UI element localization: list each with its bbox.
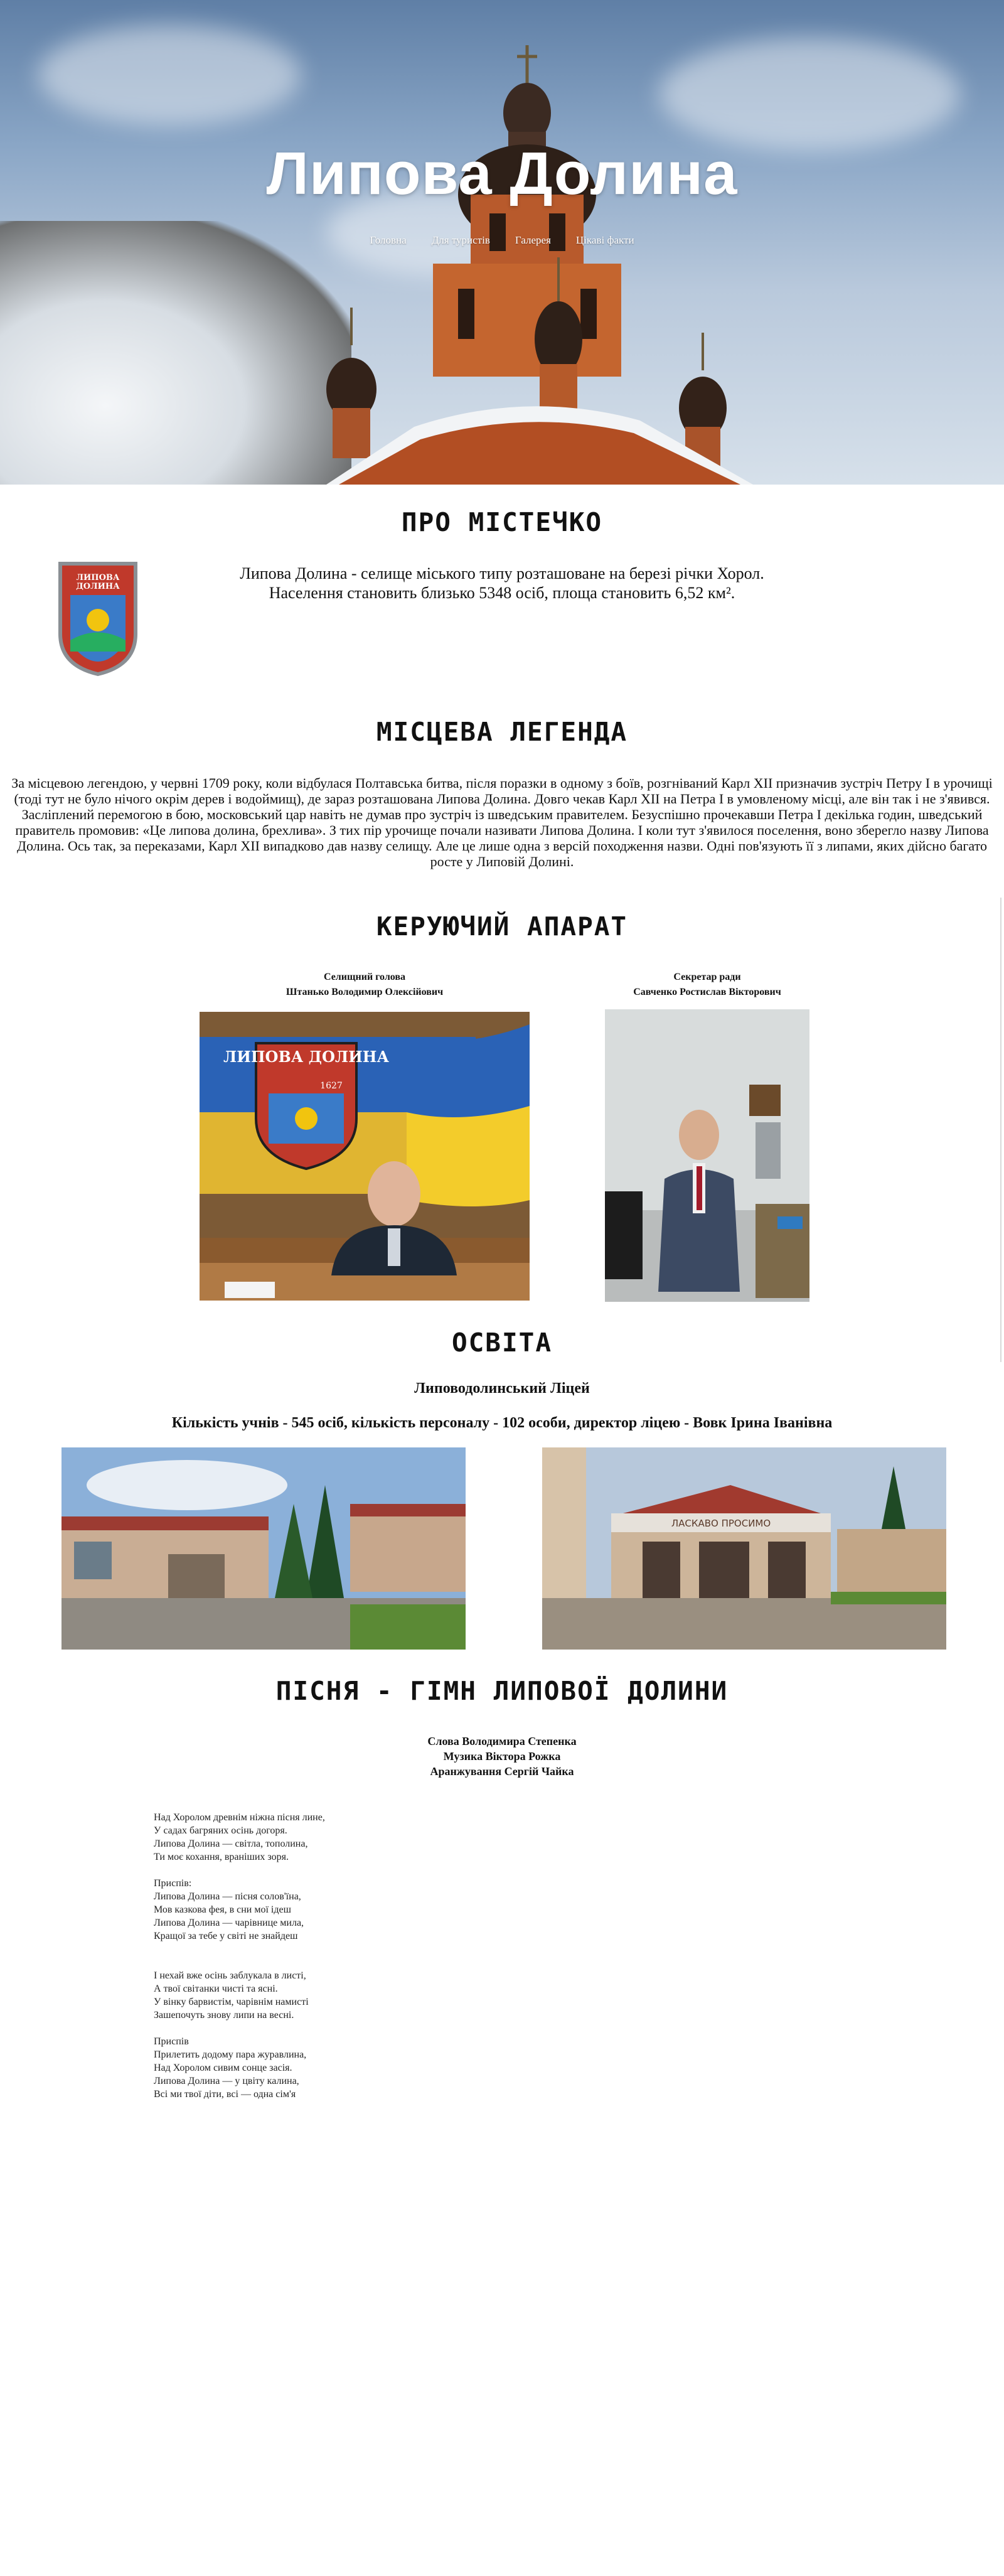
banner-year: 1627 bbox=[320, 1081, 343, 1091]
lyric-line: Ти моє кохання, враніших зоря. bbox=[154, 1852, 289, 1862]
head-name: Штанько Володимир Олексійович bbox=[286, 987, 444, 997]
school-name: Липоводолинський Ліцей bbox=[414, 1380, 590, 1397]
church-image bbox=[326, 45, 753, 485]
education-heading: ОСВІТА bbox=[451, 1328, 553, 1358]
lyric-line: Липова Долина — світла, тополина, bbox=[154, 1838, 308, 1849]
coat-of-arms-image: ЛИПОВА ДОЛИНА bbox=[58, 562, 137, 677]
svg-text:ДОЛИНА: ДОЛИНА bbox=[76, 582, 120, 591]
secretary-role: Секретар ради bbox=[673, 972, 741, 982]
head-photo: ЛИПОВА ДОЛИНА 1627 bbox=[200, 1012, 530, 1301]
secretary-name: Савченко Ростислав Вікторович bbox=[633, 987, 781, 997]
snowy-tree bbox=[0, 221, 351, 485]
lyric-line: У вінку барвистім, чарівнім намисті bbox=[154, 1997, 309, 2007]
lyric-line: Липова Долина — чарівнице мила, bbox=[154, 1918, 304, 1928]
chorus-1: Приспів: Липова Долина — пісня солов'їна… bbox=[154, 1877, 593, 1943]
lyric-line: Над Хоролом древнім ніжна пісня лине, bbox=[154, 1812, 325, 1823]
lyric-line: І нехай вже осінь заблукала в листі, bbox=[154, 1970, 306, 1981]
anthem-credits: Слова Володимира Степенка Музика Віктора… bbox=[0, 1734, 1004, 1779]
credit-lyrics: Слова Володимира Степенка bbox=[427, 1735, 577, 1747]
anthem-heading: ПІСНЯ - ГІМН ЛИПОВОЇ ДОЛИНИ bbox=[275, 1676, 729, 1706]
main-nav: Головна Для туристів Галерея Цікаві факт… bbox=[0, 234, 1004, 247]
government-heading: КЕРУЮЧИЙ АПАРАТ bbox=[376, 911, 628, 942]
school-photo-2: ЛАСКАВО ПРОСИМО bbox=[542, 1447, 946, 1650]
lyric-line: Над Хоролом сивим сонце засія. bbox=[154, 2063, 292, 2073]
about-line-2: Населення становить близько 5348 осіб, п… bbox=[269, 584, 735, 602]
lyric-line: Мов казкова фея, в сни мої ідеш bbox=[154, 1904, 291, 1915]
head-role: Селищний голова bbox=[323, 972, 406, 982]
lyric-line: Кращої за тебе у світі не знайдеш bbox=[154, 1931, 298, 1941]
nav-home[interactable]: Головна bbox=[370, 234, 406, 247]
about-heading: ПРО МІСТЕЧКО bbox=[401, 507, 603, 537]
lyric-line: Зашепочуть знову липи на весні. bbox=[154, 2010, 294, 2021]
lyric-line: Прилетить додому пара журавлина, bbox=[154, 2049, 307, 2060]
school-stats: Кількість учнів - 545 осіб, кількість пе… bbox=[171, 1415, 833, 1431]
secretary-caption: Секретар ради Савченко Ростислав Вікторо… bbox=[605, 970, 809, 1000]
credit-arrangement: Аранжування Сергій Чайка bbox=[430, 1765, 574, 1778]
lyric-line: Приспів: bbox=[154, 1878, 192, 1889]
nav-tourists[interactable]: Для туристів bbox=[432, 234, 490, 247]
hero-banner: Липова Долина Головна Для туристів Галер… bbox=[0, 0, 1004, 485]
about-line-1: Липова Долина - селище міського типу роз… bbox=[240, 564, 764, 582]
lyric-line: Всі ми твої діти, всі — одна сім'я bbox=[154, 2089, 296, 2100]
about-text: Липова Долина - селище міського типу роз… bbox=[188, 564, 816, 603]
chorus-2: Приспів Прилетить додому пара журавлина,… bbox=[154, 2035, 593, 2101]
credit-music: Музика Віктора Рожка bbox=[443, 1750, 561, 1763]
head-caption: Селищний голова Штанько Володимир Олексі… bbox=[200, 970, 530, 1000]
divider-line bbox=[1000, 898, 1001, 1362]
legend-heading: МІСЦЕВА ЛЕГЕНДА bbox=[376, 717, 628, 747]
legend-text: За місцевою легендою, у червні 1709 року… bbox=[11, 775, 993, 869]
school-photo-1 bbox=[61, 1447, 466, 1650]
lyric-line: У садах багряних осінь догоря. bbox=[154, 1825, 287, 1836]
lyric-line: Приспів bbox=[154, 2036, 189, 2047]
coat-of-arms-text: ЛИПОВА bbox=[77, 573, 120, 582]
secretary-photo bbox=[605, 1009, 809, 1302]
lyric-line: Липова Долина — у цвіту калина, bbox=[154, 2076, 299, 2086]
cloud bbox=[38, 25, 301, 126]
verse-2: І нехай вже осінь заблукала в листі, А т… bbox=[154, 1969, 593, 2022]
banner-text: ЛИПОВА ДОЛИНА bbox=[223, 1048, 389, 1066]
lyric-line: А твої світанки чисті та ясні. bbox=[154, 1983, 278, 1994]
welcome-sign: ЛАСКАВО ПРОСИМО bbox=[671, 1518, 771, 1529]
nav-gallery[interactable]: Галерея bbox=[515, 234, 551, 247]
site-title: Липова Долина bbox=[266, 140, 738, 207]
lyric-line: Липова Долина — пісня солов'їна, bbox=[154, 1891, 301, 1902]
anthem-lyrics: Над Хоролом древнім ніжна пісня лине, У … bbox=[154, 1811, 593, 2114]
verse-1: Над Хоролом древнім ніжна пісня лине, У … bbox=[154, 1811, 593, 1864]
nav-facts[interactable]: Цікаві факти bbox=[576, 234, 634, 247]
